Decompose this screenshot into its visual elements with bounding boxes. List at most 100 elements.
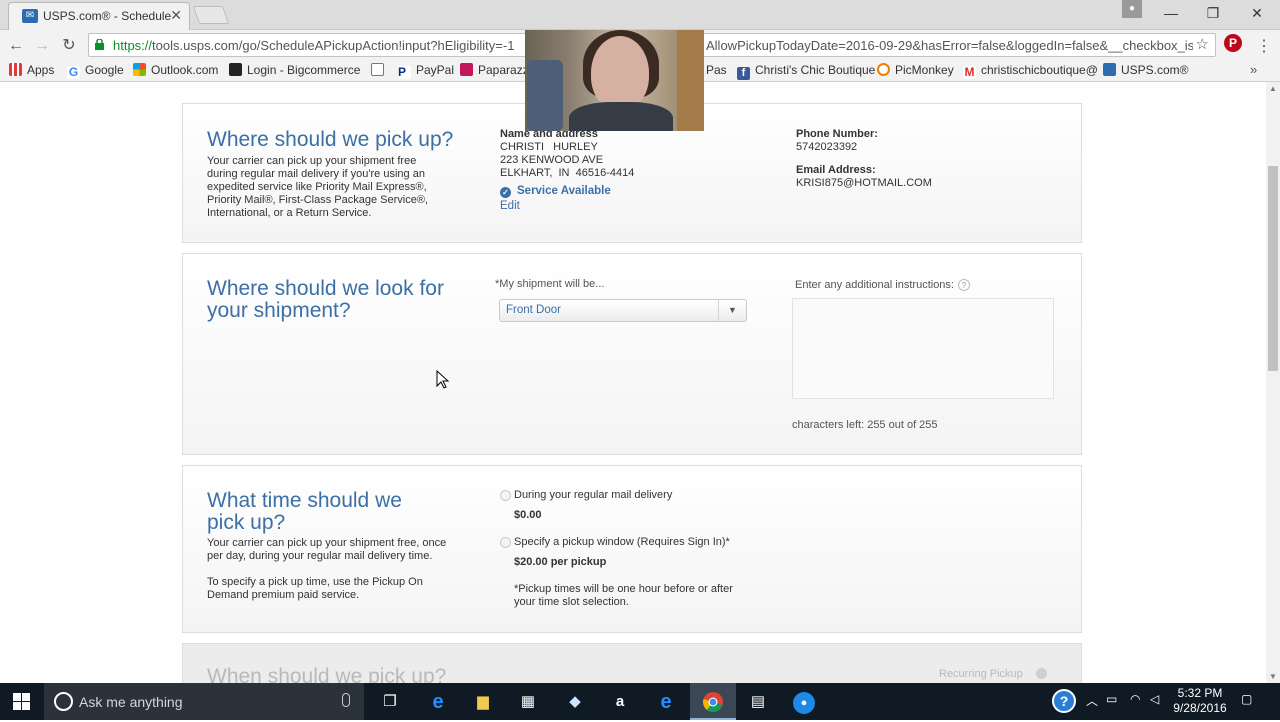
cortana-icon bbox=[54, 692, 73, 711]
address-street: 223 KENWOOD AVE bbox=[500, 154, 604, 166]
forward-button[interactable]: → bbox=[32, 36, 52, 56]
show-hidden-icons[interactable]: ︿ bbox=[1086, 692, 1098, 709]
webcam-door-frame bbox=[677, 30, 704, 131]
battery-icon[interactable]: ▭ bbox=[1106, 692, 1117, 706]
regular-delivery-radio[interactable] bbox=[500, 490, 511, 501]
minimize-button[interactable]: — bbox=[1150, 0, 1192, 26]
bookmarks-overflow-icon[interactable]: » bbox=[1250, 62, 1257, 77]
windows-taskbar: Ask me anything ❐ e ▆ ▦ ◆ a e ▤ ● ? ︿ ▭ … bbox=[0, 683, 1280, 720]
scroll-up-icon[interactable]: ▲ bbox=[1269, 84, 1277, 93]
chevron-down-icon: ▼ bbox=[718, 300, 746, 321]
file-explorer-icon[interactable]: ▆ bbox=[470, 689, 496, 715]
bookmark-picmonkey[interactable]: PicMonkey bbox=[877, 63, 954, 77]
pickup-on-demand-note: To specify a pick up time, use the Picku… bbox=[207, 576, 423, 601]
back-button[interactable]: ← bbox=[6, 36, 26, 56]
pickup-location-title: Where should we pick up? bbox=[207, 128, 454, 151]
pickup-window-radio[interactable] bbox=[500, 537, 511, 548]
screen-recorder-icon[interactable]: ● bbox=[791, 689, 817, 715]
usps-favicon-icon: ✉ bbox=[22, 9, 38, 23]
browser-tab[interactable]: ✉ USPS.com® - Schedule a ✕ bbox=[8, 2, 190, 30]
help-tray-icon[interactable]: ? bbox=[1051, 689, 1077, 715]
webcam-background-object bbox=[527, 60, 563, 131]
recurring-help-icon bbox=[1036, 668, 1047, 679]
system-clock[interactable]: 5:32 PM 9/28/2016 bbox=[1170, 686, 1230, 716]
bookmark-paparazzi[interactable]: Paparazzi bbox=[460, 63, 531, 77]
volume-icon[interactable]: ◁ bbox=[1150, 692, 1159, 706]
store-icon[interactable]: ▦ bbox=[515, 689, 541, 715]
close-window-button[interactable]: ✕ bbox=[1236, 0, 1278, 26]
lock-icon bbox=[95, 39, 104, 50]
tab-close-icon[interactable]: ✕ bbox=[170, 7, 182, 24]
pickup-time-title: What time should we pick up? bbox=[207, 489, 402, 534]
bookmark-outlook[interactable]: Outlook.com bbox=[133, 63, 218, 77]
address-city: ELKHART, IN 46516-4414 bbox=[500, 167, 635, 179]
checkmark-icon: ✓ bbox=[500, 187, 511, 198]
new-tab-button[interactable] bbox=[192, 6, 230, 24]
internet-explorer-icon[interactable]: e bbox=[653, 689, 679, 715]
page-content: Where should we pick up? Your carrier ca… bbox=[0, 82, 1266, 683]
bookmark-pas[interactable]: Pas bbox=[706, 63, 727, 77]
windows-start-icon[interactable] bbox=[13, 693, 30, 710]
instructions-label: Enter any additional instructions:? bbox=[795, 279, 970, 291]
pickup-window-label: Specify a pickup window (Requires Sign I… bbox=[514, 536, 730, 548]
bookmark-apps[interactable]: Apps bbox=[9, 63, 54, 77]
regular-delivery-label: During your regular mail delivery bbox=[514, 489, 673, 501]
pinterest-extension-icon[interactable]: P bbox=[1224, 34, 1242, 52]
bookmark-paypal[interactable]: P PayPal bbox=[398, 63, 454, 79]
usps-icon bbox=[1103, 63, 1116, 76]
menu-icon[interactable]: ⋮ bbox=[1256, 36, 1272, 56]
chrome-icon[interactable] bbox=[700, 689, 726, 715]
bookmark-page[interactable] bbox=[371, 63, 389, 77]
pickup-time-description: Your carrier can pick up your shipment f… bbox=[207, 537, 447, 562]
edit-address-link[interactable]: Edit bbox=[500, 200, 520, 212]
shipment-location-title: Where should we look for your shipment? bbox=[207, 277, 444, 322]
microphone-icon[interactable] bbox=[342, 693, 350, 707]
service-available-status: ✓ Service Available bbox=[500, 185, 611, 198]
bookmark-bigcommerce[interactable]: Login - Bigcommerce bbox=[229, 63, 360, 77]
bookmark-christis-chic[interactable]: f Christi's Chic Boutique bbox=[737, 63, 875, 80]
google-icon: G bbox=[67, 65, 80, 79]
dropbox-icon[interactable]: ◆ bbox=[562, 689, 588, 715]
scroll-down-icon[interactable]: ▼ bbox=[1269, 672, 1277, 681]
shipment-location-label: *My shipment will be... bbox=[495, 278, 605, 290]
apps-grid-icon bbox=[9, 63, 22, 76]
email-value: KRISI875@HOTMAIL.COM bbox=[796, 177, 932, 189]
page-icon bbox=[371, 63, 384, 76]
notifications-icon[interactable]: ▢ bbox=[1241, 692, 1252, 706]
address-name: CHRISTI HURLEY bbox=[500, 141, 598, 153]
pickup-window-price: $20.00 per pickup bbox=[514, 556, 607, 568]
bookmark-star-icon[interactable]: ☆ bbox=[1196, 35, 1209, 53]
url-text-tail: AllowPickupTodayDate=2016-09-29&hasError… bbox=[706, 38, 1193, 53]
gmail-icon: M bbox=[963, 65, 976, 79]
instructions-textarea[interactable] bbox=[792, 298, 1054, 399]
tab-title: USPS.com® - Schedule a bbox=[43, 9, 171, 23]
task-view-icon[interactable]: ❐ bbox=[377, 689, 403, 715]
amazon-icon[interactable]: a bbox=[607, 689, 633, 715]
webcam-person-body bbox=[569, 102, 673, 131]
picmonkey-icon bbox=[877, 63, 890, 76]
shipment-location-select[interactable]: Front Door ▼ bbox=[499, 299, 747, 322]
scroll-thumb[interactable] bbox=[1268, 166, 1278, 371]
pickup-time-section: What time should we pick up? Your carrie… bbox=[182, 465, 1082, 633]
bookmark-google[interactable]: G Google bbox=[67, 63, 124, 79]
paparazzi-icon bbox=[460, 63, 473, 76]
bookmark-gmail[interactable]: Mchristischicboutique@ bbox=[963, 63, 1098, 79]
notepad-icon[interactable]: ▤ bbox=[745, 689, 771, 715]
reload-button[interactable]: ↻ bbox=[59, 36, 79, 56]
recurring-pickup-label[interactable]: Recurring Pickup bbox=[939, 668, 1023, 680]
wifi-icon[interactable]: ◠ bbox=[1130, 692, 1140, 706]
pickup-date-title: When should we pick up? bbox=[207, 665, 447, 684]
restore-button[interactable]: ❐ bbox=[1192, 0, 1234, 26]
facebook-icon: f bbox=[737, 67, 750, 80]
cortana-search-box[interactable]: Ask me anything bbox=[44, 683, 364, 720]
bookmark-usps[interactable]: USPS.com® bbox=[1103, 63, 1189, 77]
tab-strip: ✉ USPS.com® - Schedule a ✕ ● — ❐ ✕ bbox=[0, 0, 1280, 30]
url-text: https://tools.usps.com/go/ScheduleAPicku… bbox=[113, 38, 515, 53]
page-scrollbar[interactable]: ▲ ▼ bbox=[1266, 82, 1280, 683]
bigcommerce-icon bbox=[229, 63, 242, 76]
edge-icon[interactable]: e bbox=[425, 689, 451, 715]
help-icon[interactable]: ? bbox=[957, 279, 970, 291]
regular-delivery-price: $0.00 bbox=[514, 509, 542, 521]
outlook-icon bbox=[133, 63, 146, 76]
profile-icon[interactable]: ● bbox=[1122, 0, 1142, 18]
